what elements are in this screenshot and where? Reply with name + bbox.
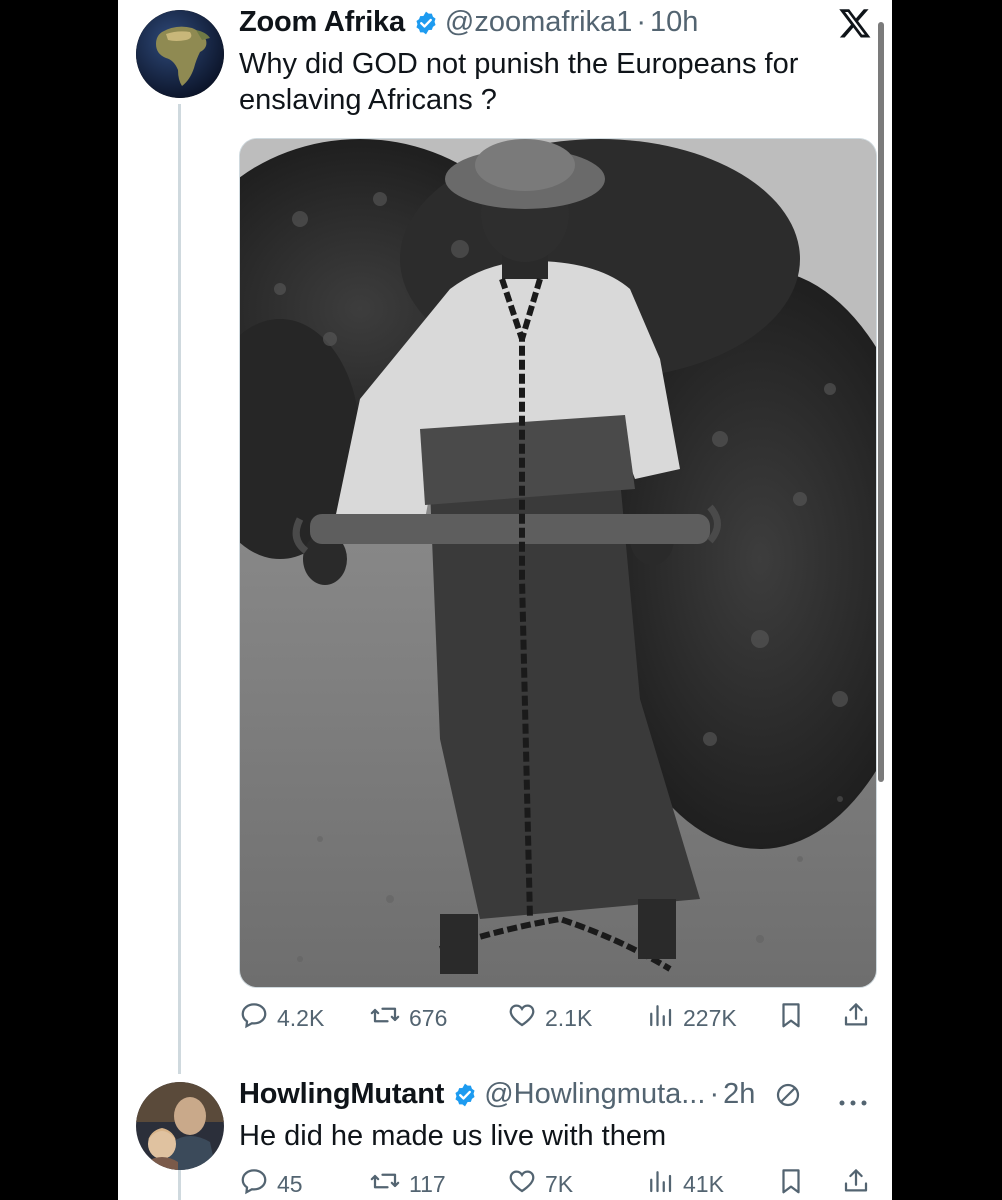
- views-count: 227K: [683, 1004, 737, 1031]
- separator-dot: ·: [709, 1078, 720, 1110]
- scrollbar[interactable]: [878, 22, 884, 782]
- like-icon: [507, 1000, 545, 1036]
- reply-text: He did he made us live with them: [239, 1120, 667, 1152]
- no-entry-icon: [773, 1080, 803, 1110]
- share-icon: [841, 1166, 879, 1200]
- reply-button[interactable]: 4.2K: [239, 1000, 324, 1036]
- tweet-photo[interactable]: [239, 138, 877, 988]
- like-icon: [507, 1166, 545, 1200]
- like-button[interactable]: 7K: [507, 1166, 573, 1200]
- reply-count: 4.2K: [277, 1004, 325, 1031]
- views-button[interactable]: 41K: [645, 1166, 724, 1200]
- reply-author-handle[interactable]: @Howlingmuta...: [484, 1078, 705, 1111]
- views-icon: [645, 1166, 683, 1200]
- timeline-panel: Zoom Afrika @zoomafrika1 · 10h Why did G…: [118, 0, 892, 1200]
- x-logo-icon: [838, 6, 872, 40]
- verified-badge-icon: [413, 10, 439, 36]
- more-icon[interactable]: [838, 1084, 868, 1115]
- share-button[interactable]: [841, 1166, 879, 1200]
- reply-timestamp[interactable]: 2h: [723, 1078, 755, 1111]
- tweet-actions: 4.2K 676 2.1K 227K: [239, 1000, 879, 1040]
- timestamp[interactable]: 10h: [650, 6, 698, 39]
- views-icon: [645, 1000, 683, 1036]
- views-button[interactable]: 227K: [645, 1000, 737, 1036]
- author-name[interactable]: Zoom Afrika: [239, 6, 405, 39]
- reply-button[interactable]: 45: [239, 1166, 303, 1200]
- views-count: 41K: [683, 1170, 724, 1197]
- author-handle[interactable]: @zoomafrika1: [445, 6, 632, 39]
- repost-count: 676: [409, 1004, 448, 1031]
- like-button[interactable]: 2.1K: [507, 1000, 592, 1036]
- reply-author-name[interactable]: HowlingMutant: [239, 1078, 444, 1111]
- reply-icon: [239, 1000, 277, 1036]
- reply-actions: 45 117 7K 41K: [239, 1166, 879, 1200]
- thread-connector-lower: [178, 1170, 181, 1200]
- repost-count: 117: [409, 1170, 446, 1197]
- like-count: 2.1K: [545, 1004, 593, 1031]
- bookmark-button[interactable]: [776, 1000, 814, 1036]
- repost-icon: [369, 1166, 409, 1200]
- bookmark-button[interactable]: [776, 1166, 814, 1200]
- bookmark-icon: [776, 1000, 814, 1036]
- verified-badge-icon: [452, 1082, 478, 1108]
- tweet-header: Zoom Afrika @zoomafrika1 · 10h: [239, 6, 698, 39]
- thread-connector: [178, 104, 181, 1074]
- repost-button[interactable]: 117: [369, 1166, 446, 1200]
- repost-button[interactable]: 676: [369, 1000, 447, 1036]
- reply-header: HowlingMutant @Howlingmuta... · 2h: [239, 1078, 803, 1111]
- share-icon: [841, 1000, 879, 1036]
- tweet-text: Why did GOD not punish the Europeans for…: [239, 48, 799, 116]
- avatar-howlingmutant[interactable]: [136, 1082, 224, 1170]
- reply-icon: [239, 1166, 277, 1200]
- separator-dot: ·: [636, 6, 646, 38]
- share-button[interactable]: [841, 1000, 879, 1036]
- reply-count: 45: [277, 1170, 303, 1197]
- avatar-zoom-afrika[interactable]: [136, 10, 224, 98]
- like-count: 7K: [545, 1170, 574, 1197]
- bookmark-icon: [776, 1166, 814, 1200]
- repost-icon: [369, 1000, 409, 1036]
